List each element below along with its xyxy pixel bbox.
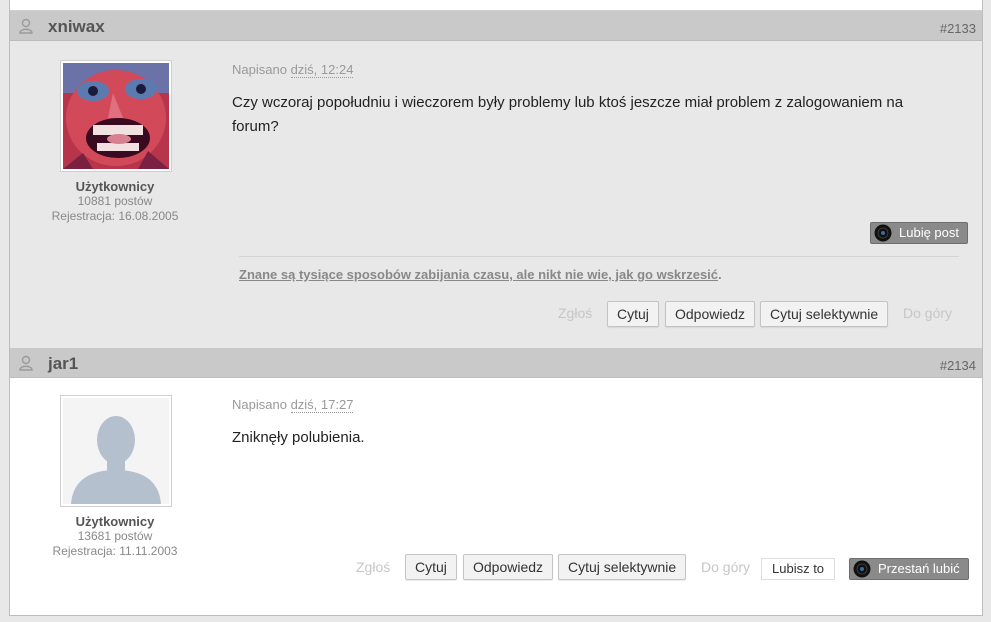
post-count: 10881 postów <box>77 194 153 208</box>
post-2133: xniwax #2133 Użytkownicy 10881 postów Re… <box>10 10 982 348</box>
quote-selective-button[interactable]: Cytuj selektywnie <box>558 554 687 580</box>
post-body: Zniknęły polubienia. <box>232 429 365 446</box>
user-group: Użytkownicy <box>75 179 155 194</box>
record-disc-icon <box>853 560 871 578</box>
signature-divider <box>239 256 959 257</box>
report-link[interactable]: Zgłoś <box>356 559 390 575</box>
author-info: Użytkownicy 13681 postów Rejestracja: 11… <box>30 514 200 559</box>
user-group: Użytkownicy <box>75 514 155 529</box>
avatar[interactable] <box>60 395 172 507</box>
reply-button[interactable]: Odpowiedz <box>665 301 756 327</box>
quote-button[interactable]: Cytuj <box>607 301 659 327</box>
go-top-link[interactable]: Do góry <box>903 305 952 321</box>
reply-button[interactable]: Odpowiedz <box>463 554 554 580</box>
default-avatar-icon <box>63 398 169 504</box>
username-link[interactable]: xniwax <box>48 17 105 37</box>
post-count: 13681 postów <box>77 529 153 543</box>
signature-end: . <box>718 267 722 282</box>
posted-line: Napisano dziś, 12:24 <box>232 62 354 78</box>
post-number-link[interactable]: #2133 <box>940 21 976 36</box>
posted-date: dziś, 12:24 <box>290 62 354 78</box>
post-header: jar1 #2134 <box>10 348 982 378</box>
quote-selective-button[interactable]: Cytuj selektywnie <box>760 301 889 327</box>
like-post-button[interactable]: Lubię post <box>870 222 968 244</box>
registration-date: Rejestracja: 11.11.2003 <box>52 544 178 558</box>
go-top-link[interactable]: Do góry <box>701 559 750 575</box>
unlike-label: Przestań lubić <box>878 561 960 576</box>
post-2134: jar1 #2134 Użytkownicy 13681 postów Reje… <box>10 348 982 615</box>
user-icon <box>19 355 33 371</box>
posted-label: Napisano <box>232 397 287 412</box>
post-list: xniwax #2133 Użytkownicy 10881 postów Re… <box>9 0 983 616</box>
avatar-image <box>63 63 169 169</box>
unlike-button[interactable]: Przestań lubić <box>849 558 969 580</box>
signature-text: Znane są tysiące sposobów zabijania czas… <box>239 267 719 282</box>
post-number-link[interactable]: #2134 <box>940 358 976 373</box>
posted-label: Napisano <box>232 62 287 77</box>
like-post-label: Lubię post <box>899 225 959 240</box>
record-disc-icon <box>874 224 892 242</box>
signature: Znane są tysiące sposobów zabijania czas… <box>239 267 722 282</box>
avatar[interactable] <box>60 60 172 172</box>
username-link[interactable]: jar1 <box>48 354 78 374</box>
registration-date: Rejestracja: 16.08.2005 <box>51 209 179 223</box>
report-link[interactable]: Zgłoś <box>558 305 592 321</box>
quote-button[interactable]: Cytuj <box>405 554 457 580</box>
posted-date: dziś, 17:27 <box>290 397 354 413</box>
post-header: xniwax #2133 <box>10 11 982 41</box>
posted-line: Napisano dziś, 17:27 <box>232 397 354 413</box>
you-like-this-label: Lubisz to <box>761 558 836 580</box>
author-info: Użytkownicy 10881 postów Rejestracja: 16… <box>30 179 200 224</box>
post-body: Czy wczoraj popołudniu i wieczorem były … <box>232 94 904 135</box>
user-icon <box>19 18 33 34</box>
